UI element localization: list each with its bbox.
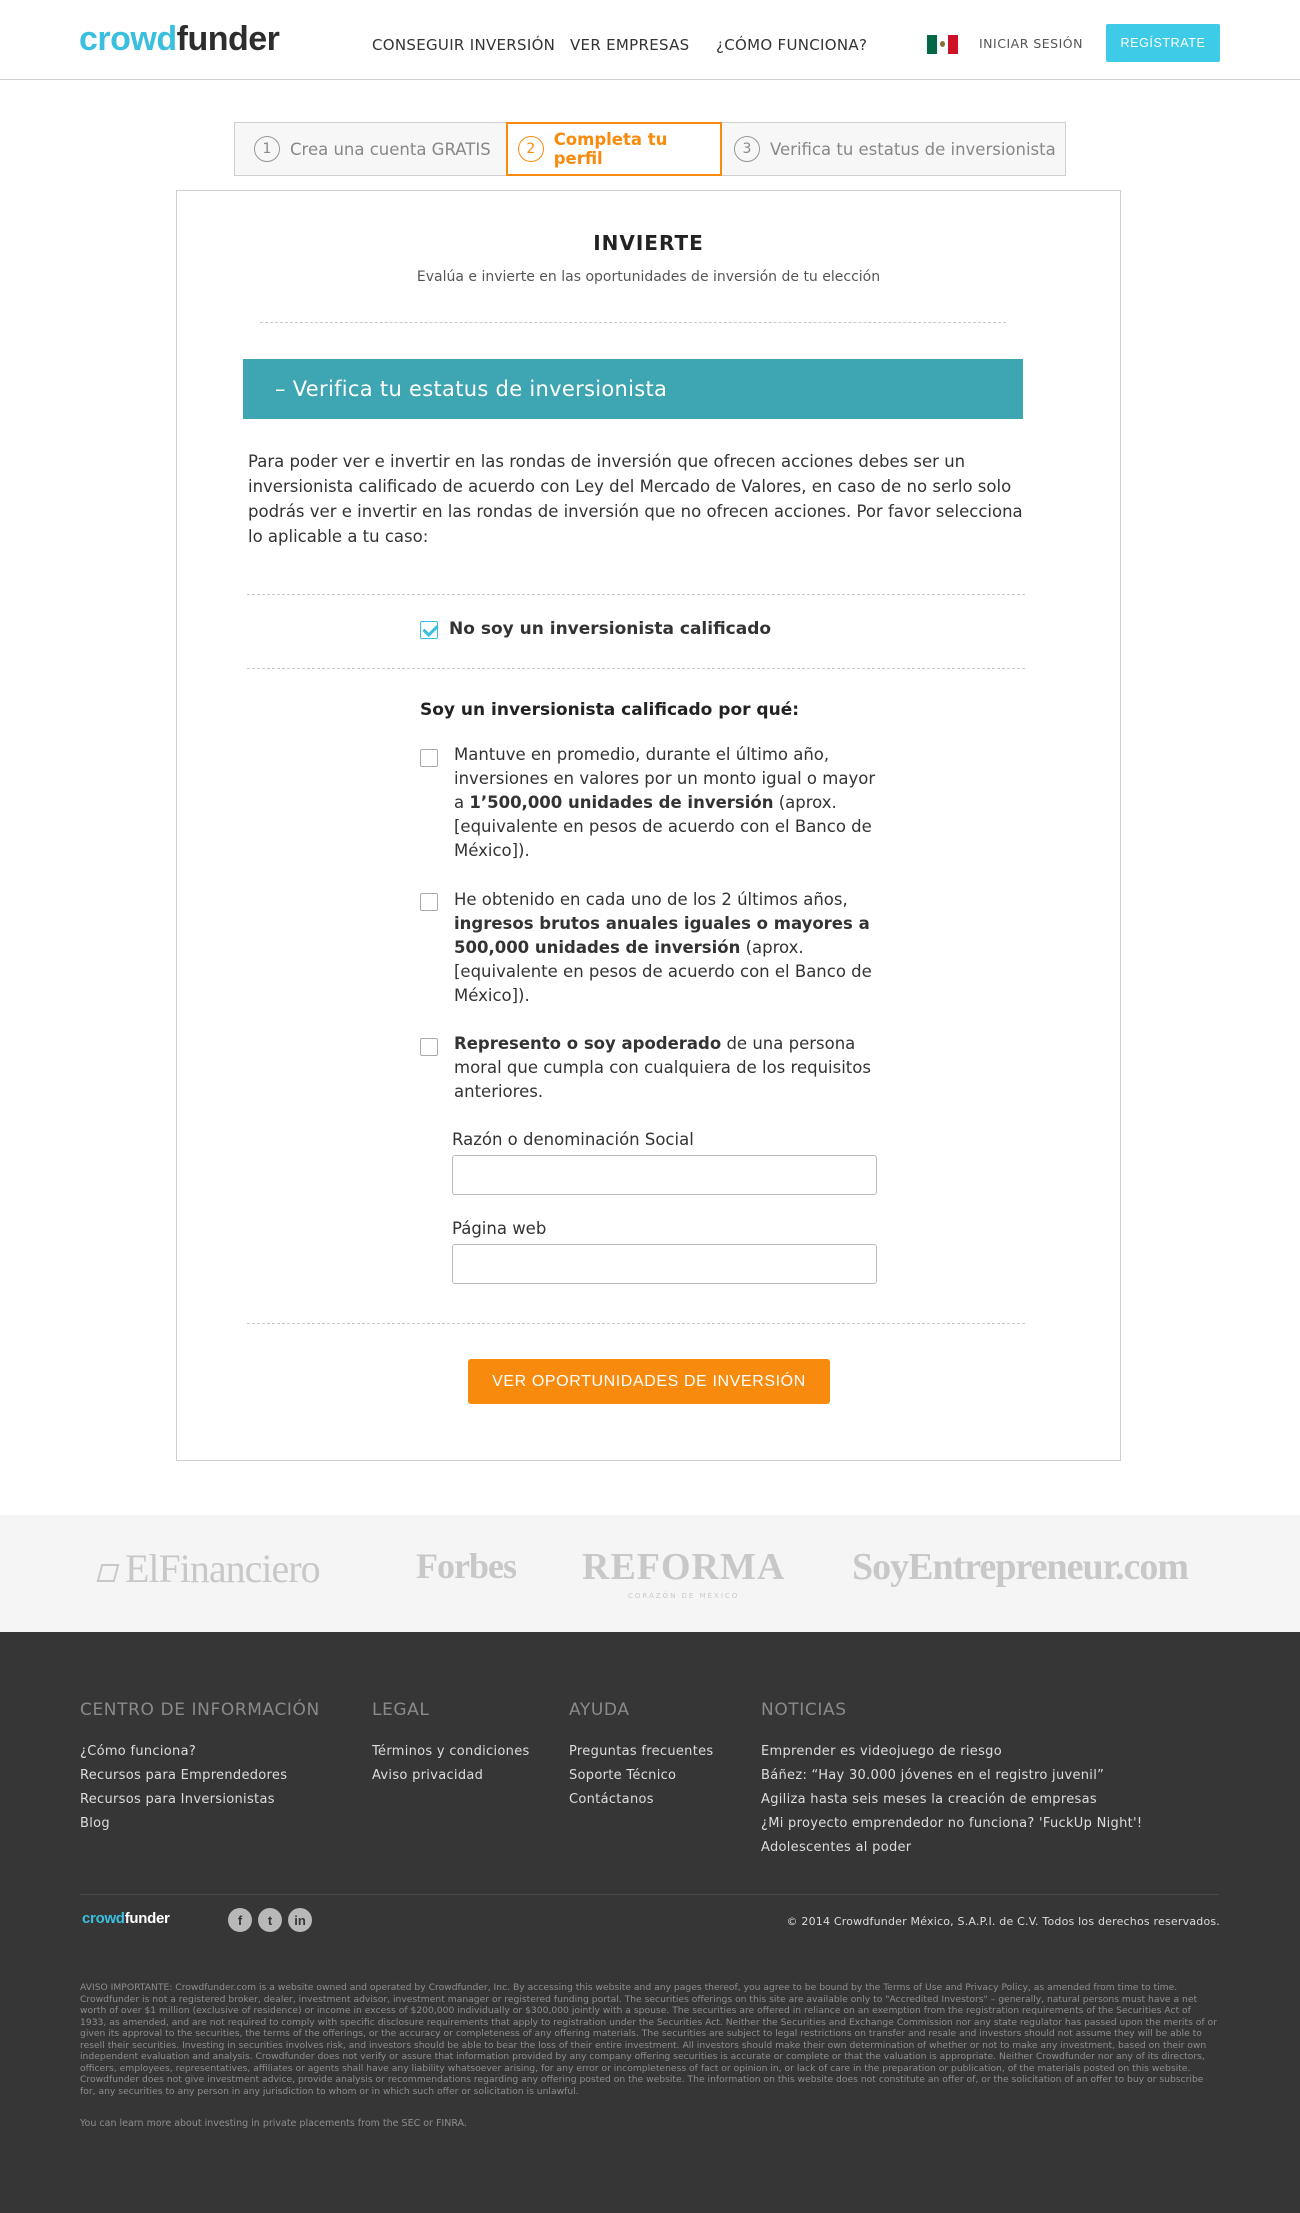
footer-links-help: Preguntas frecuentes Soporte Técnico Con… bbox=[569, 1744, 714, 1816]
divider bbox=[260, 322, 1006, 323]
crowdfunder-logo[interactable]: crowdfunder bbox=[79, 22, 280, 56]
website-label: Página web bbox=[452, 1219, 547, 1238]
footer-heading-info: CENTRO DE INFORMACIÓN bbox=[80, 1700, 320, 1720]
footer-link[interactable]: Blog bbox=[80, 1816, 287, 1840]
option-legal-entity-checkbox[interactable] bbox=[420, 1038, 438, 1056]
footer-heading-legal: LEGAL bbox=[372, 1700, 430, 1720]
qualified-reasons-title: Soy un inversionista calificado por qué: bbox=[420, 700, 800, 720]
login-link[interactable]: INICIAR SESIÓN bbox=[979, 36, 1083, 51]
footer-link[interactable]: Emprender es videojuego de riesgo bbox=[761, 1744, 1142, 1768]
not-qualified-label[interactable]: No soy un inversionista calificado bbox=[449, 619, 771, 639]
footer-heading-news: NOTICIAS bbox=[761, 1700, 847, 1720]
register-button[interactable]: REGÍSTRATE bbox=[1106, 24, 1220, 62]
copyright-text: © 2014 Crowdfunder México, S.A.P.I. de C… bbox=[786, 1915, 1220, 1928]
footer-heading-help: AYUDA bbox=[569, 1700, 630, 1720]
facebook-icon[interactable]: f bbox=[228, 1908, 252, 1932]
elfinanciero-logo: ElFinanciero bbox=[96, 1545, 321, 1592]
site-footer: CENTRO DE INFORMACIÓN ¿Cómo funciona? Re… bbox=[0, 1632, 1300, 2213]
intro-text: Para poder ver e invertir en las rondas … bbox=[248, 452, 1023, 546]
mexico-flag-icon[interactable] bbox=[927, 35, 958, 54]
step-label: Crea una cuenta GRATIS bbox=[290, 139, 491, 159]
option-investments-label[interactable]: Mantuve en promedio, durante el último a… bbox=[454, 743, 884, 863]
footer-link[interactable]: Báñez: “Hay 30.000 jóvenes en el registr… bbox=[761, 1768, 1142, 1792]
footer-links-info: ¿Cómo funciona? Recursos para Emprendedo… bbox=[80, 1744, 287, 1840]
footer-link[interactable]: Adolescentes al poder bbox=[761, 1840, 1142, 1864]
option-investments-checkbox[interactable] bbox=[420, 749, 438, 767]
step-number: 1 bbox=[254, 136, 280, 162]
footer-logo[interactable]: crowdfunder bbox=[82, 1910, 170, 1927]
twitter-icon[interactable]: t bbox=[258, 1908, 282, 1932]
step-number: 2 bbox=[518, 136, 544, 162]
divider bbox=[247, 1323, 1025, 1324]
card-title: INVIERTE bbox=[593, 231, 704, 255]
footer-link[interactable]: Recursos para Inversionistas bbox=[80, 1792, 287, 1816]
step-label: Completa tu perfil bbox=[553, 130, 668, 168]
footer-link[interactable]: ¿Mi proyecto emprendedor no funciona? 'F… bbox=[761, 1816, 1142, 1840]
footer-link[interactable]: Contáctanos bbox=[569, 1792, 714, 1816]
option-income-label[interactable]: He obtenido en cada uno de los 2 últimos… bbox=[454, 888, 884, 1008]
nav-como-funciona[interactable]: ¿CÓMO FUNCIONA? bbox=[716, 36, 867, 54]
step-verify-status[interactable]: 3 Verifica tu estatus de inversionista bbox=[722, 123, 1056, 175]
linkedin-icon[interactable]: in bbox=[288, 1908, 312, 1932]
site-header: crowdfunder CONSEGUIR INVERSIÓN VER EMPR… bbox=[0, 0, 1300, 80]
footer-link[interactable]: ¿Cómo funciona? bbox=[80, 1744, 287, 1768]
legal-disclaimer: AVISO IMPORTANTE: Crowdfunder.com is a w… bbox=[80, 1982, 1217, 2097]
footer-link[interactable]: Soporte Técnico bbox=[569, 1768, 714, 1792]
divider bbox=[247, 668, 1025, 669]
nav-conseguir-inversion[interactable]: CONSEGUIR INVERSIÓN bbox=[372, 36, 555, 54]
footer-link[interactable]: Preguntas frecuentes bbox=[569, 1744, 714, 1768]
company-name-label: Razón o denominación Social bbox=[452, 1130, 694, 1149]
footer-link[interactable]: Recursos para Emprendedores bbox=[80, 1768, 287, 1792]
footer-link[interactable]: Términos y condiciones bbox=[372, 1744, 530, 1768]
step-number: 3 bbox=[734, 136, 760, 162]
footer-links-legal: Términos y condiciones Aviso privacidad bbox=[372, 1744, 530, 1792]
press-logos-strip: ElFinanciero Forbes REFORMA CORAZÓN DE M… bbox=[0, 1515, 1300, 1632]
not-qualified-checkbox[interactable] bbox=[420, 621, 438, 639]
reforma-logo: REFORMA bbox=[582, 1546, 786, 1588]
verify-status-section-header[interactable]: – Verifica tu estatus de inversionista bbox=[243, 359, 1023, 419]
footer-link[interactable]: Agiliza hasta seis meses la creación de … bbox=[761, 1792, 1142, 1816]
progress-steps: 1 Crea una cuenta GRATIS 2 Completa tu p… bbox=[234, 122, 1066, 176]
footer-divider bbox=[80, 1894, 1219, 1895]
view-opportunities-button[interactable]: VER OPORTUNIDADES DE INVERSIÓN bbox=[468, 1359, 830, 1404]
company-name-input[interactable] bbox=[452, 1155, 877, 1195]
reforma-tagline: CORAZÓN DE MÉXICO bbox=[628, 1592, 740, 1600]
divider bbox=[247, 594, 1025, 595]
website-input[interactable] bbox=[452, 1244, 877, 1284]
nav-ver-empresas[interactable]: VER EMPRESAS bbox=[570, 36, 689, 54]
option-income-checkbox[interactable] bbox=[420, 893, 438, 911]
footer-links-news: Emprender es videojuego de riesgo Báñez:… bbox=[761, 1744, 1142, 1864]
step-complete-profile[interactable]: 2 Completa tu perfil bbox=[506, 122, 722, 176]
footer-link[interactable]: Aviso privacidad bbox=[372, 1768, 530, 1792]
soyentrepreneur-logo: SoyEntrepreneur.com bbox=[852, 1546, 1189, 1588]
step-create-account[interactable]: 1 Crea una cuenta GRATIS bbox=[235, 123, 506, 175]
option-legal-entity-label[interactable]: Represento o soy apoderado de una person… bbox=[454, 1032, 884, 1104]
step-label: Verifica tu estatus de inversionista bbox=[770, 139, 1056, 159]
forbes-logo: Forbes bbox=[416, 1546, 517, 1586]
learn-more-text: You can learn more about investing in pr… bbox=[80, 2118, 467, 2129]
invest-card: INVIERTE Evalúa e invierte en las oportu… bbox=[176, 190, 1121, 1461]
card-subtitle: Evalúa e invierte en las oportunidades d… bbox=[416, 269, 881, 285]
